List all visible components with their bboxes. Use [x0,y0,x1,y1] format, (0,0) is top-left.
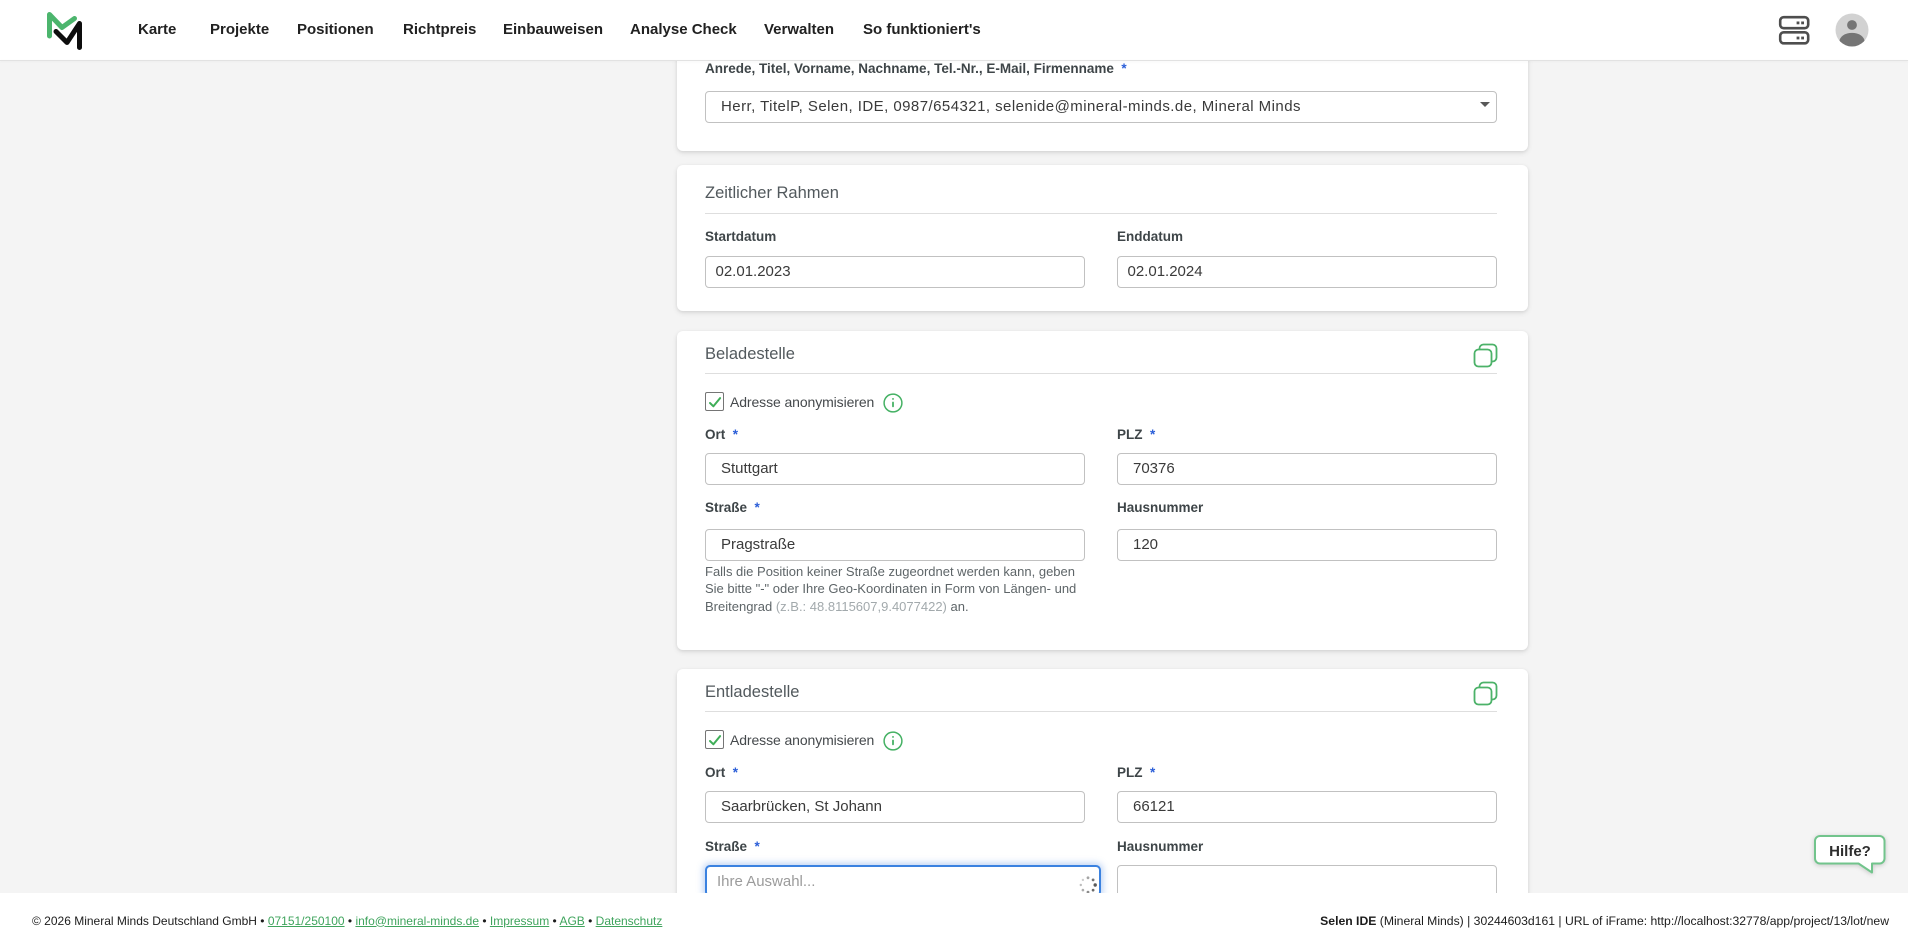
svg-text:Hilfe?: Hilfe? [1829,843,1871,860]
